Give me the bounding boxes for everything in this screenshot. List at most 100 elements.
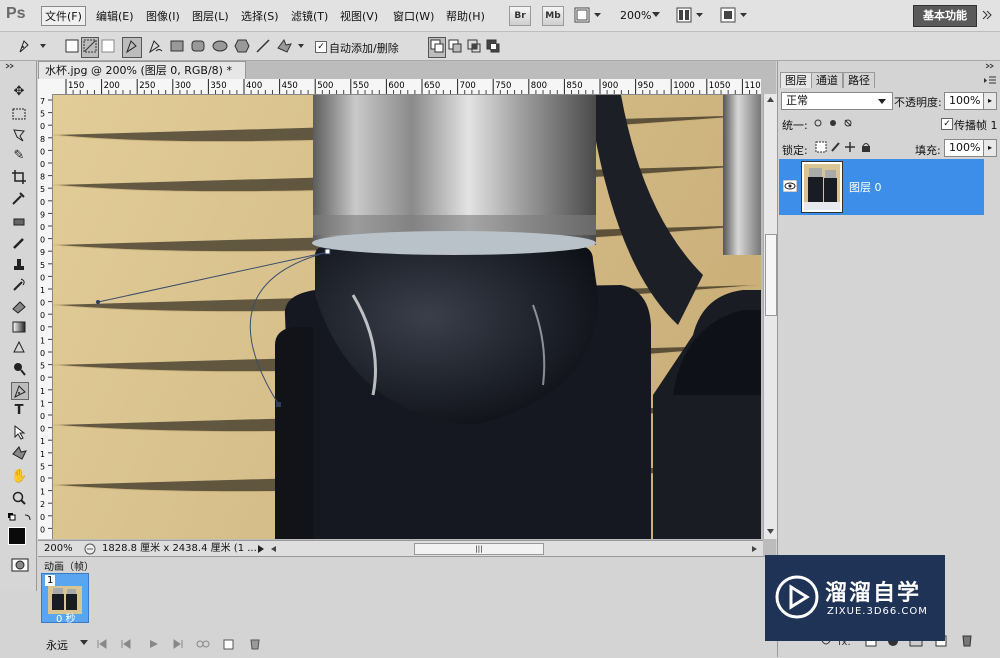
menu-layer[interactable]: 图层(L) [192,8,229,24]
bridge-button[interactable]: Br [509,6,531,26]
custom-shape-tool-icon[interactable] [11,445,27,461]
menu-help[interactable]: 帮助(H) [446,8,485,24]
lock-options-icon[interactable] [814,140,874,154]
lock-label: 锁定: [782,144,808,157]
propagate-frame-checkbox[interactable]: ✓ [941,118,953,130]
status-zoom[interactable]: 200% [44,541,73,557]
marquee-tool-icon[interactable] [11,106,27,122]
vertical-scrollbar[interactable] [763,94,777,539]
ruler-label-vertical: 5 [40,110,45,119]
unify-buttons-icon[interactable] [812,116,860,130]
menu-file[interactable]: 文件(F) [41,6,86,26]
panel-collapse-icon[interactable] [984,63,998,69]
tab-layers[interactable]: 图层 [780,72,812,88]
opacity-input[interactable]: 100% [944,92,984,110]
custom-shape-option[interactable] [276,38,308,57]
scroll-down-icon[interactable] [766,528,775,536]
workspace-essentials-button[interactable]: 基本功能 [913,5,977,27]
fill-slider-button[interactable]: ▸ [983,139,997,157]
freeform-pen-option[interactable] [146,38,164,57]
ruler-label: 900 [602,81,618,91]
panel-menu-icon[interactable] [983,75,997,85]
frame-delay[interactable]: 0 秒 [56,610,76,625]
tool-preset-picker[interactable] [16,37,50,58]
layer-row-0[interactable]: 图层 0 [779,159,984,215]
animation-panel-title[interactable]: 动画（帧） [44,558,94,573]
path-selection-tool-icon[interactable] [11,424,27,440]
dodge-tool-icon[interactable] [11,361,27,377]
intersect-shape-area-button[interactable] [466,38,482,57]
ruler-label-vertical: 0 [40,425,45,434]
layer-name[interactable]: 图层 0 [849,179,882,195]
fill-pixels-button[interactable] [100,38,116,57]
zoom-level-dropdown[interactable]: 200% [620,9,651,22]
tab-paths[interactable]: 路径 [843,72,875,88]
document-window: 水杯.jpg @ 200% (图层 0, RGB/8) * ✕ 15020025… [38,61,777,557]
mini-bridge-button[interactable]: Mb [542,6,564,26]
arrange-documents-button[interactable] [676,7,706,26]
shape-layers-button[interactable] [64,38,80,57]
scroll-right-icon[interactable] [751,545,759,553]
eraser-tool-icon[interactable] [11,298,27,314]
ellipse-option[interactable] [212,39,228,56]
screen-mode-button[interactable] [720,7,750,26]
loop-options-select[interactable]: 永远 [46,637,68,653]
move-tool-icon[interactable]: ✥ [11,84,27,100]
menu-window[interactable]: 窗口(W) [393,8,434,24]
frame-number: 1 [45,575,56,586]
toolbox-collapse-icon[interactable] [4,63,32,69]
eyedropper-tool-icon[interactable] [11,190,27,206]
tab-channels[interactable]: 通道 [811,72,843,88]
scroll-up-icon[interactable] [766,96,775,104]
view-extras-button[interactable] [574,7,604,23]
status-menu-arrow-icon[interactable] [256,544,266,554]
line-option[interactable] [256,39,270,56]
clone-stamp-tool-icon[interactable] [11,256,27,272]
ruler-label: 700 [460,81,476,91]
zoom-tool-icon[interactable] [11,490,27,506]
history-brush-tool-icon[interactable] [11,277,27,293]
menu-select[interactable]: 选择(S) [241,8,279,24]
menu-filter[interactable]: 滤镜(T) [291,8,328,24]
eye-visibility-icon[interactable] [783,180,797,192]
subtract-shape-area-button[interactable] [447,38,463,57]
paths-mode-button[interactable] [81,37,99,58]
foreground-color-swatch[interactable] [8,527,26,545]
scroll-left-icon[interactable] [270,545,278,553]
fill-input[interactable]: 100% [944,139,984,157]
quick-mask-icon[interactable] [11,558,29,572]
playback-controls[interactable] [96,637,276,651]
hand-tool-icon[interactable]: ✋ [11,469,27,485]
horizontal-scroll-thumb[interactable]: ||| [414,543,544,555]
crop-tool-icon[interactable] [11,169,27,185]
add-to-shape-area-button[interactable] [428,37,446,58]
vertical-scroll-thumb[interactable] [765,234,777,316]
exclude-overlap-button[interactable] [485,38,501,57]
ruler-origin[interactable] [38,79,53,95]
polygon-option[interactable] [234,39,250,56]
spot-healing-tool-icon[interactable] [11,214,27,230]
pen-tool-option[interactable] [122,37,142,58]
pen-tool-icon[interactable] [11,382,29,400]
image-canvas[interactable] [53,95,761,539]
gradient-tool-icon[interactable] [11,319,27,335]
rounded-rectangle-option[interactable] [191,39,205,56]
document-tab[interactable]: 水杯.jpg @ 200% (图层 0, RGB/8) * ✕ [38,61,246,94]
menu-image[interactable]: 图像(I) [146,8,180,24]
workspace-more-button[interactable] [980,5,994,28]
status-info-icon[interactable] [84,543,96,555]
lasso-tool-icon[interactable] [11,127,27,143]
blur-tool-icon[interactable] [11,340,27,356]
brush-tool-icon[interactable] [11,235,27,251]
auto-add-delete-checkbox[interactable]: ✓ [315,41,327,53]
quick-selection-tool-icon[interactable]: ✎ [11,148,27,164]
ruler-label-vertical: 9 [40,248,45,257]
animation-frame-1[interactable]: 1 0 秒 [41,573,89,625]
rectangle-shape-option[interactable] [170,39,184,56]
opacity-slider-button[interactable]: ▸ [983,92,997,110]
type-tool-icon[interactable]: T [11,403,27,419]
menu-edit[interactable]: 编辑(E) [96,8,134,24]
menu-view[interactable]: 视图(V) [340,8,378,24]
blend-mode-select[interactable]: 正常 [781,92,893,110]
options-bar: ✓ 自动添加/删除 [0,32,1000,61]
